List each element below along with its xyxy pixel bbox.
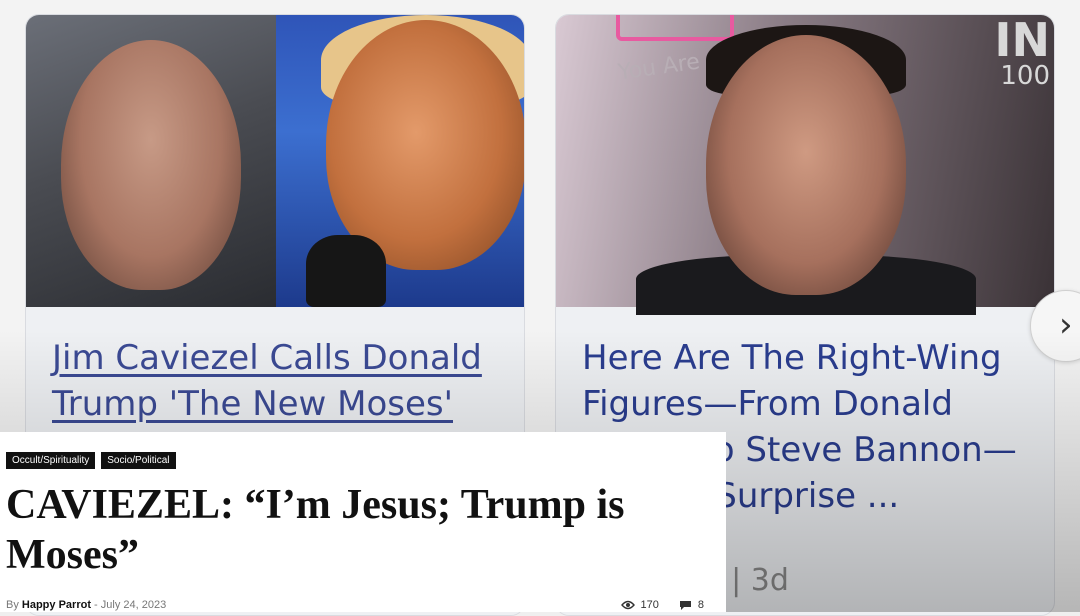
chevron-right-icon: ›	[1059, 305, 1073, 345]
comment-icon	[679, 600, 691, 610]
article-header: Occult/Spirituality Socio/Political CAVI…	[0, 432, 726, 612]
card-1-image	[26, 15, 524, 307]
publish-date: July 24, 2023	[100, 599, 167, 611]
tag-occult-spirituality[interactable]: Occult/Spirituality	[6, 452, 96, 469]
tag-socio-political[interactable]: Socio/Political	[101, 452, 176, 469]
article-stats: 170 8	[620, 599, 704, 611]
views-count: 170	[640, 599, 659, 611]
card-2-corner-text: IN 100	[994, 14, 1050, 91]
article-headline: CAVIEZEL: “I’m Jesus; Trump is Moses”	[6, 482, 625, 578]
comments-count: 8	[697, 599, 704, 611]
comments-stat[interactable]: 8	[679, 599, 704, 611]
byline-separator: -	[94, 599, 98, 611]
card-1-title-link[interactable]: Jim Caviezel Calls Donald Trump 'The New…	[52, 335, 502, 427]
eye-icon	[620, 600, 635, 610]
byline-prefix: By	[6, 599, 19, 611]
author-link[interactable]: Happy Parrot	[22, 599, 91, 611]
card-2-image: You Are IN 100	[556, 14, 1054, 315]
views-stat: 170	[620, 599, 659, 611]
byline: By Happy Parrot - July 24, 2023	[6, 599, 166, 611]
category-tags: Occult/Spirituality Socio/Political	[6, 452, 176, 469]
